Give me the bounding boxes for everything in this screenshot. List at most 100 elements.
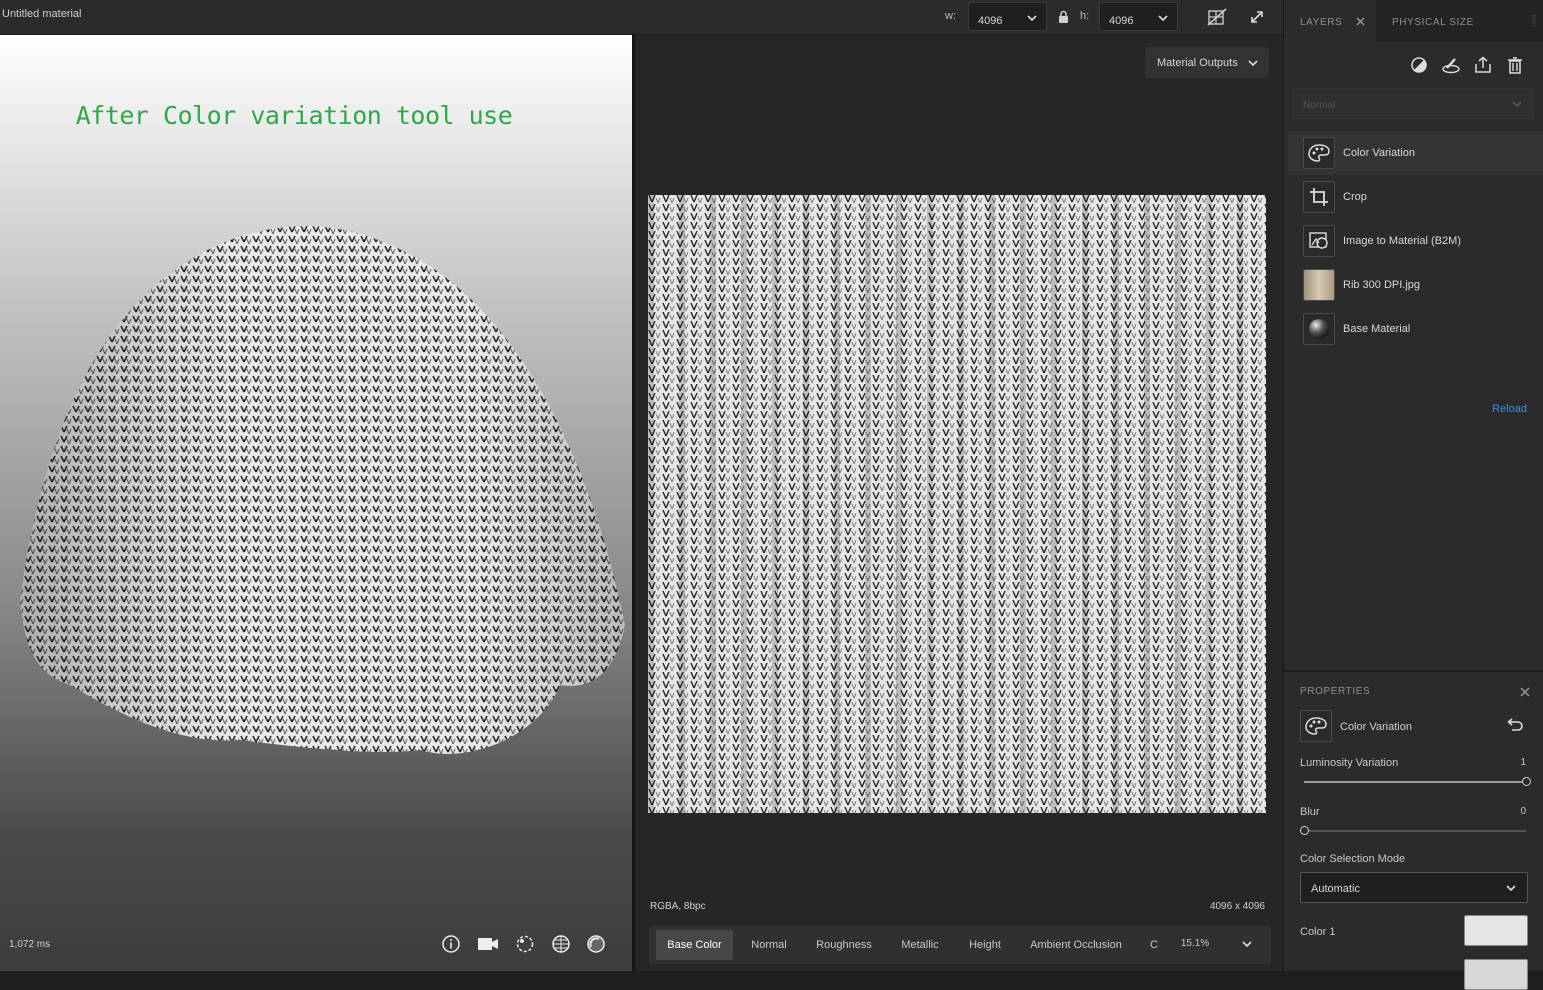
slider-fill [1304, 781, 1526, 783]
slider-knob[interactable] [1521, 777, 1531, 786]
grid-button[interactable] [548, 931, 574, 957]
delete-layer-button[interactable] [1504, 54, 1526, 76]
layer-name: Crop [1343, 191, 1367, 203]
close-icon[interactable] [1356, 17, 1365, 26]
tab-layers[interactable]: LAYERS [1284, 0, 1376, 42]
grid-icon [552, 935, 570, 953]
environment-icon [516, 935, 534, 953]
blend-mode-value: Normal [1303, 100, 1336, 111]
add-filter-button[interactable] [1440, 54, 1462, 76]
tab-roughness[interactable]: Roughness [809, 930, 879, 960]
height-value: 4096 [1109, 15, 1134, 27]
properties-close-button[interactable] [1520, 684, 1530, 702]
panel-grip[interactable] [1532, 14, 1536, 28]
reset-properties-button[interactable] [1506, 718, 1524, 737]
undo-icon [1507, 718, 1523, 731]
lock-ratio-button[interactable] [1051, 2, 1075, 31]
top-toolbar: Untitled material w: 4096 h: 4096 [0, 0, 1283, 35]
width-label: w: [945, 10, 956, 22]
layer-color-variation[interactable]: Color Variation [1288, 131, 1543, 175]
close-icon [1520, 687, 1530, 697]
image-thumbnail [1303, 269, 1335, 301]
luminosity-value[interactable]: 1 [1520, 757, 1526, 768]
panel-tabs: LAYERS PHYSICAL SIZE [1284, 0, 1543, 42]
texture-preview[interactable] [648, 195, 1266, 813]
tab-physical-size[interactable]: PHYSICAL SIZE [1376, 0, 1476, 42]
layer-rib-image[interactable]: Rib 300 DPI.jpg [1288, 263, 1543, 307]
tab-ambient-occlusion[interactable]: Ambient Occlusion [1021, 930, 1131, 960]
width-select[interactable]: 4096 [968, 2, 1047, 31]
color-selection-mode-label: Color Selection Mode [1300, 853, 1406, 865]
width-value: 4096 [978, 15, 1003, 27]
knit-texture-image [648, 195, 1266, 813]
knit-cloth-model [20, 226, 625, 754]
slider-knob[interactable] [1299, 826, 1309, 835]
color1-swatch[interactable] [1464, 915, 1528, 946]
blend-mode-select[interactable]: Normal [1292, 88, 1534, 119]
camera-button[interactable] [475, 931, 501, 957]
filter-icon [1442, 58, 1460, 74]
document-title: Untitled material [2, 8, 82, 20]
tiling-toggle-button[interactable] [1202, 2, 1232, 31]
image-to-material-icon [1303, 225, 1335, 257]
camera-icon [478, 938, 498, 950]
tab-base-color[interactable]: Base Color [656, 930, 733, 960]
expand-icon [1251, 10, 1263, 23]
properties-title: PROPERTIES [1300, 686, 1371, 697]
blur-value[interactable]: 0 [1520, 806, 1526, 817]
tab-normal[interactable]: Normal [741, 930, 797, 960]
layer-name: Rib 300 DPI.jpg [1343, 279, 1421, 291]
reload-link[interactable]: Reload [1492, 403, 1527, 415]
layer-base-material[interactable]: Base Material [1288, 307, 1543, 351]
luminosity-label: Luminosity Variation [1300, 757, 1399, 769]
properties-panel: PROPERTIES Color Variation Luminosity Va… [1284, 670, 1543, 990]
chevron-down-icon [1242, 941, 1252, 948]
blur-slider[interactable] [1299, 826, 1526, 835]
2d-view[interactable]: Material Outputs RGBA, 8bpc 4096 x 4096 … [635, 35, 1283, 971]
trash-icon [1508, 57, 1522, 74]
properties-layer-name: Color Variation [1340, 721, 1412, 733]
info-icon [442, 935, 460, 953]
layer-name: Image to Material (B2M) [1343, 235, 1461, 247]
chevron-down-icon [1506, 885, 1516, 892]
export-icon [1475, 56, 1491, 73]
render-time: 1,072 ms [9, 939, 51, 950]
expand-view-button[interactable] [1242, 2, 1272, 31]
right-panel: LAYERS PHYSICAL SIZE Normal Color Variat… [1283, 0, 1543, 990]
color-selection-mode-select[interactable]: Automatic [1300, 872, 1528, 903]
palette-icon [1303, 137, 1335, 169]
3d-viewport[interactable]: After Color variation tool use 1,072 ms [0, 35, 632, 971]
layer-image-to-material[interactable]: Image to Material (B2M) [1288, 219, 1543, 263]
palette-icon [1300, 710, 1332, 742]
material-ball-icon [587, 935, 605, 953]
grip-icon [1532, 15, 1536, 27]
mask-icon [1411, 57, 1427, 73]
tab-clipped[interactable]: C [1145, 930, 1163, 960]
export-layer-button[interactable] [1472, 54, 1494, 76]
material-outputs-dropdown[interactable]: Material Outputs [1145, 47, 1269, 78]
channel-tabs: Base Color Normal Roughness Metallic Hei… [649, 926, 1271, 964]
lock-icon [1058, 10, 1068, 23]
layer-crop[interactable]: Crop [1288, 175, 1543, 219]
material-outputs-label: Material Outputs [1157, 57, 1238, 69]
chevron-down-icon [1027, 15, 1037, 22]
blur-label: Blur [1300, 806, 1320, 818]
info-button[interactable] [438, 931, 464, 957]
color2-swatch[interactable] [1464, 959, 1528, 990]
tab-metallic[interactable]: Metallic [891, 930, 949, 960]
luminosity-slider[interactable] [1304, 777, 1531, 786]
texture-format: RGBA, 8bpc [650, 901, 706, 912]
chevron-down-icon [1158, 15, 1168, 22]
color1-label: Color 1 [1300, 926, 1336, 938]
tiling-icon [1207, 7, 1227, 26]
material-ball-button[interactable] [583, 931, 609, 957]
channel-menu-button[interactable] [1241, 937, 1253, 955]
height-select[interactable]: 4096 [1099, 2, 1178, 31]
zoom-level[interactable]: 15.1% [1173, 930, 1217, 960]
layer-name: Base Material [1343, 323, 1411, 335]
environment-button[interactable] [512, 931, 538, 957]
sphere-icon [1303, 313, 1335, 345]
tab-height[interactable]: Height [959, 930, 1011, 960]
mask-button[interactable] [1408, 54, 1430, 76]
tab-layers-label: LAYERS [1300, 17, 1343, 28]
